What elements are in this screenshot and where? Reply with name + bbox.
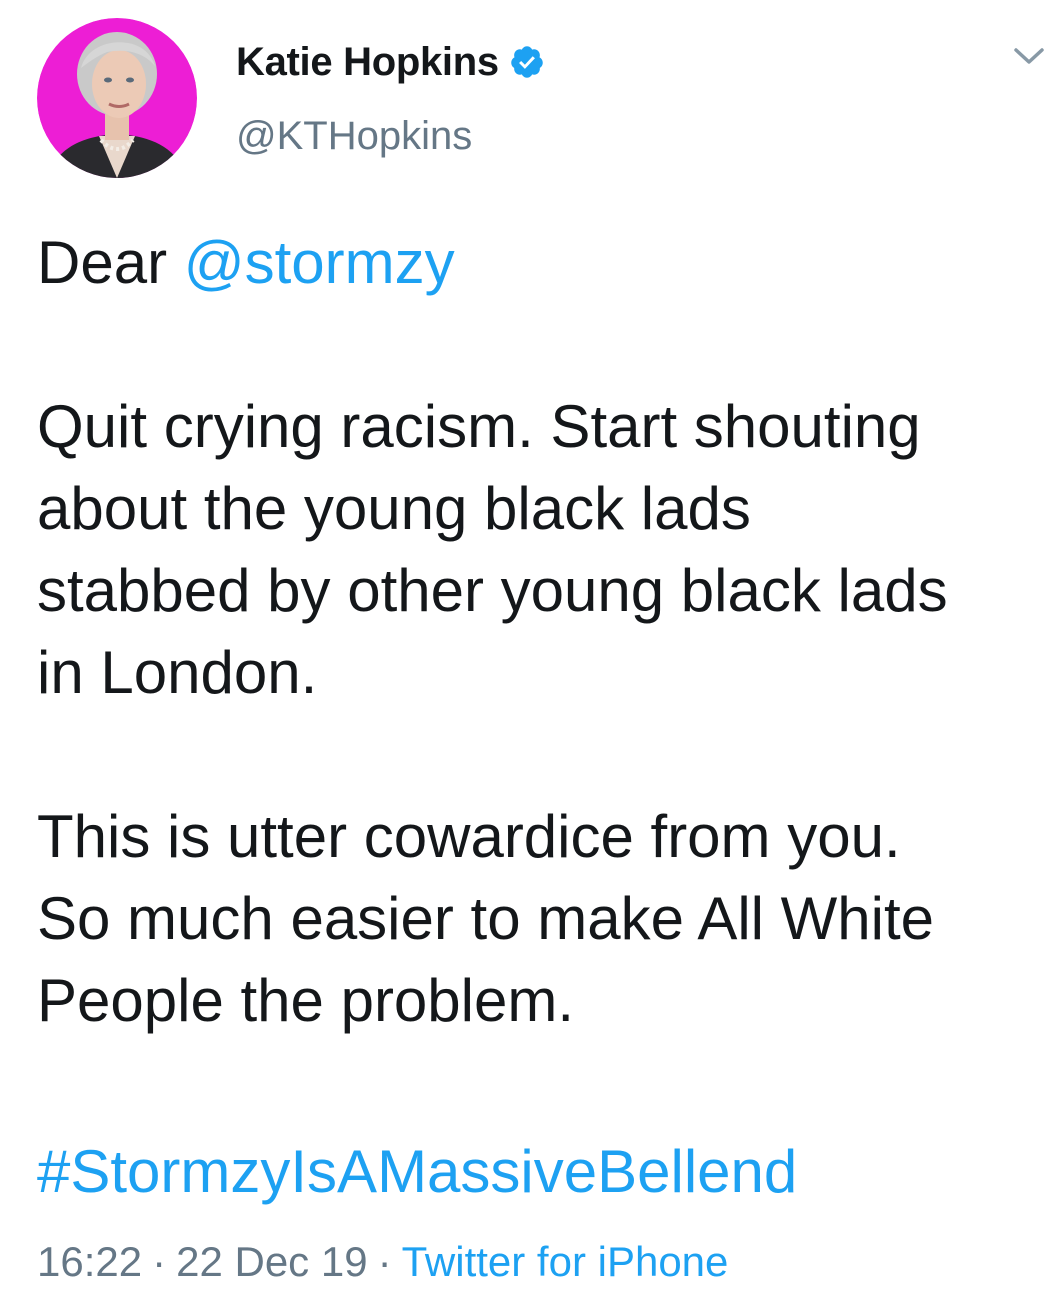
paragraph2-line: This is utter cowardice from you. [37,803,901,870]
tweet: Katie Hopkins @KTHopkins Dear @stormzy Q… [0,0,1058,1314]
avatar[interactable] [37,18,197,178]
tweet-meta: 16:22 · 22 Dec 19 · Twitter for iPhone [37,1236,728,1288]
meta-separator: · [377,1238,392,1285]
paragraph2-line: People the problem. [37,967,575,1034]
tweet-text: Dear @stormzy Quit crying racism. Start … [37,222,1047,1042]
hashtag-link[interactable]: #StormzyIsAMassiveBellend [37,1136,797,1208]
verified-badge-icon [511,46,543,78]
chevron-down-icon[interactable] [1012,44,1046,68]
greeting-line: Dear @stormzy [37,222,1047,304]
paragraph1-line: stabbed by other young black lads [37,557,948,624]
paragraph1-line: in London. [37,639,318,706]
author-handle[interactable]: @KTHopkins [236,114,545,159]
avatar-image [37,18,197,178]
mention-link[interactable]: @stormzy [184,229,455,296]
display-name-row: Katie Hopkins [236,36,545,88]
paragraph2-line: So much easier to make All White [37,885,935,952]
greeting-text: Dear [37,229,184,296]
author-header[interactable]: Katie Hopkins @KTHopkins [236,36,545,159]
display-name[interactable]: Katie Hopkins [236,40,499,85]
tweet-source-link[interactable]: Twitter for iPhone [402,1238,729,1285]
paragraph1-line: about the young black lads [37,475,751,542]
meta-separator: · [152,1238,167,1285]
tweet-date[interactable]: 22 Dec 19 [176,1238,367,1285]
tweet-time[interactable]: 16:22 [37,1238,142,1285]
paragraph1-line: Quit crying racism. Start shouting [37,393,921,460]
